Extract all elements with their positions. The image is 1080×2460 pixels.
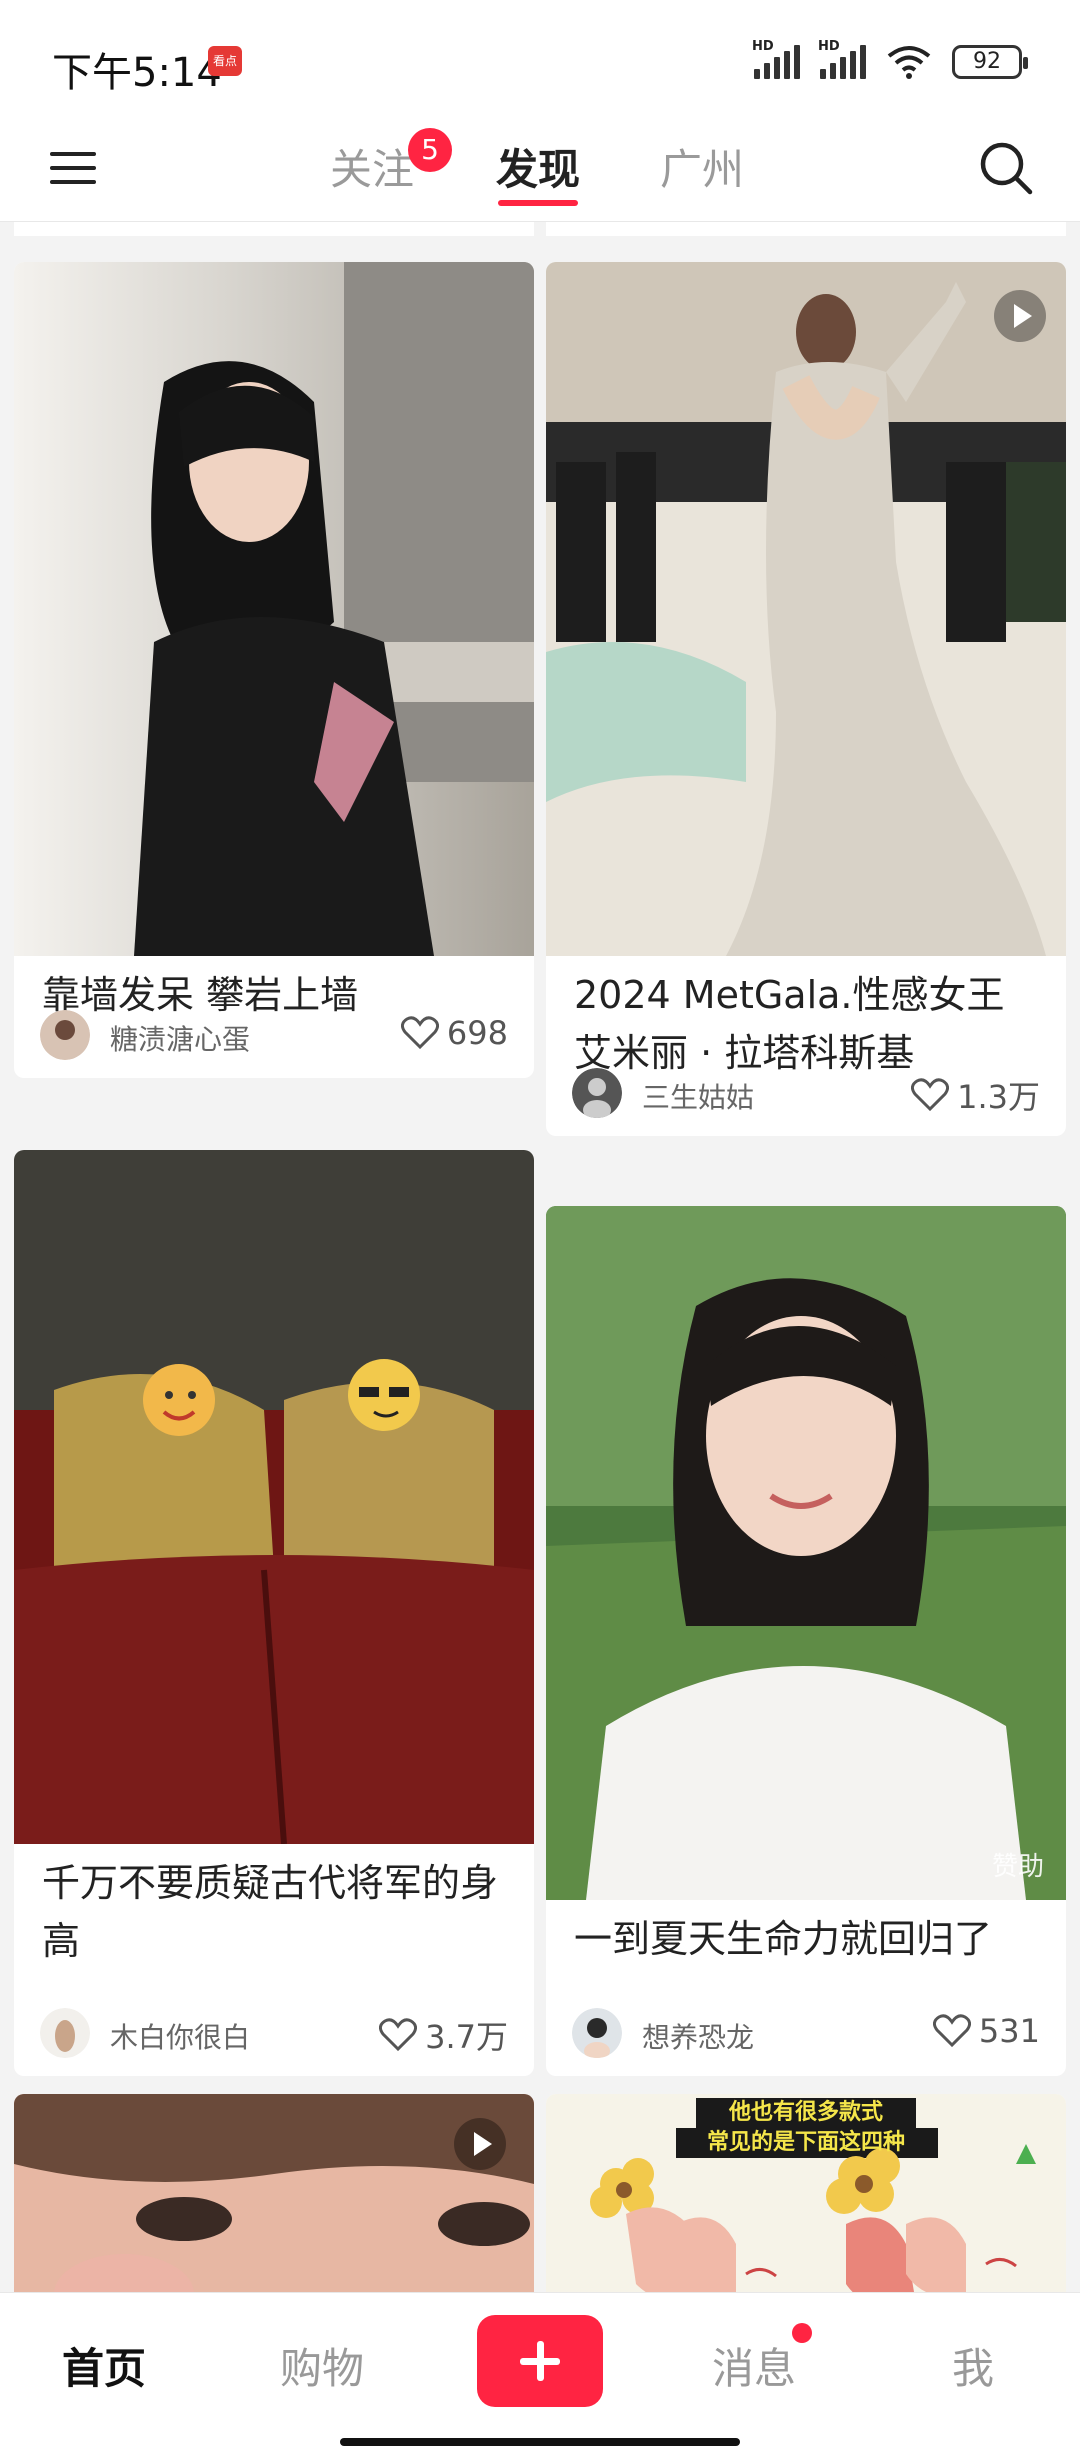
- app-notification-icon: 看点: [208, 46, 242, 76]
- like-button[interactable]: 698: [400, 1014, 508, 1052]
- like-button[interactable]: 1.3万: [911, 1072, 1040, 1118]
- note-title: 千万不要质疑古代将军的身高: [42, 1861, 499, 1963]
- author-avatar[interactable]: [572, 2008, 622, 2058]
- heart-icon: [932, 2014, 971, 2048]
- note-title: 一到夏天生命力就回归了: [574, 1917, 993, 1961]
- message-unread-dot: [792, 2323, 812, 2343]
- follow-count-badge: 5: [408, 128, 452, 172]
- note-card[interactable]: [14, 2094, 534, 2292]
- signal-icon-2: HD: [818, 39, 866, 79]
- note-card[interactable]: 他也有很多款式 常见的是下面这四种: [546, 2094, 1066, 2292]
- tab-follow[interactable]: 关注: [330, 136, 414, 197]
- heart-icon: [379, 2018, 418, 2052]
- nav-home[interactable]: 首页: [62, 2335, 146, 2396]
- nav-me[interactable]: 我: [952, 2335, 994, 2396]
- signal-icon: HD: [752, 39, 800, 79]
- menu-icon[interactable]: [48, 142, 100, 194]
- nav-shopping[interactable]: 购物: [280, 2335, 364, 2396]
- like-button[interactable]: 3.7万: [379, 2012, 508, 2058]
- app-screen: 下午5:14 看点 HD HD 92 关注 5 发现 广州 靠墙发呆 攀岩上墙 …: [0, 0, 1080, 2460]
- author-name[interactable]: 木白你很白: [110, 2016, 250, 2056]
- note-card[interactable]: 千万不要质疑古代将军的身高 木白你很白 3.7万: [14, 1150, 534, 2076]
- create-post-button[interactable]: [477, 2315, 603, 2407]
- like-count: 698: [446, 1014, 508, 1052]
- battery-icon: 92: [952, 45, 1028, 79]
- author-avatar[interactable]: [40, 2008, 90, 2058]
- wifi-icon: [887, 46, 931, 79]
- author-name[interactable]: 想养恐龙: [642, 2016, 754, 2056]
- like-count: 1.3万: [957, 1078, 1040, 1116]
- like-count: 531: [978, 2012, 1040, 2050]
- note-card[interactable]: 2024 MetGala.性感女王艾米丽 · 拉塔科斯基 三生姑姑 1.3万: [546, 262, 1066, 1136]
- bottom-nav: 首页 购物 消息 我: [0, 2292, 1080, 2460]
- note-cover-image: [14, 262, 534, 956]
- prev-card-bottom: [14, 222, 534, 236]
- note-card[interactable]: 赞助 一到夏天生命力就回归了 想养恐龙 531: [546, 1206, 1066, 2076]
- like-button[interactable]: 531: [932, 2012, 1040, 2050]
- note-meta: 三生姑姑 1.3万: [572, 1068, 1040, 1118]
- status-time: 下午5:14: [52, 50, 222, 96]
- note-meta: 想养恐龙 531: [572, 2008, 1040, 2058]
- top-nav: 关注 5 发现 广州: [0, 120, 1080, 222]
- author-name[interactable]: 三生姑姑: [642, 1076, 754, 1116]
- active-tab-indicator: [498, 200, 578, 206]
- note-cover-image: [546, 1206, 1066, 1900]
- note-cover-image: [14, 1150, 534, 1844]
- nav-messages[interactable]: 消息: [712, 2335, 796, 2396]
- note-meta: 糖渍溏心蛋 698: [40, 1010, 508, 1060]
- status-icons: HD HD 92: [752, 39, 1028, 80]
- note-meta: 木白你很白 3.7万: [40, 2008, 508, 2058]
- image-caption: 他也有很多款式: [728, 2100, 883, 2125]
- note-cover-image: [14, 2094, 534, 2292]
- prev-card-bottom: [546, 222, 1066, 236]
- author-name[interactable]: 糖渍溏心蛋: [110, 1018, 250, 1058]
- sponsor-label: 赞助: [991, 1852, 1044, 1882]
- note-title: 2024 MetGala.性感女王艾米丽 · 拉塔科斯基: [574, 973, 1005, 1075]
- note-card[interactable]: 靠墙发呆 攀岩上墙 糖渍溏心蛋 698: [14, 262, 534, 1078]
- video-indicator-icon: [994, 290, 1046, 342]
- heart-icon: [911, 1078, 950, 1112]
- status-bar: 下午5:14 看点 HD HD 92: [0, 0, 1080, 120]
- image-caption: 常见的是下面这四种: [706, 2130, 905, 2155]
- discover-feed[interactable]: 靠墙发呆 攀岩上墙 糖渍溏心蛋 698 2024 MetGala.性感女王艾米丽…: [0, 222, 1080, 2292]
- author-avatar[interactable]: [40, 1010, 90, 1060]
- like-count: 3.7万: [425, 2018, 508, 2056]
- home-indicator[interactable]: [340, 2438, 740, 2446]
- heart-icon: [400, 1016, 439, 1050]
- tab-guangzhou[interactable]: 广州: [660, 136, 744, 197]
- search-icon[interactable]: [976, 138, 1036, 198]
- video-indicator-icon: [454, 2118, 506, 2170]
- note-cover-image: [546, 262, 1066, 956]
- tab-discover[interactable]: 发现: [496, 136, 580, 197]
- author-avatar[interactable]: [572, 1068, 622, 1118]
